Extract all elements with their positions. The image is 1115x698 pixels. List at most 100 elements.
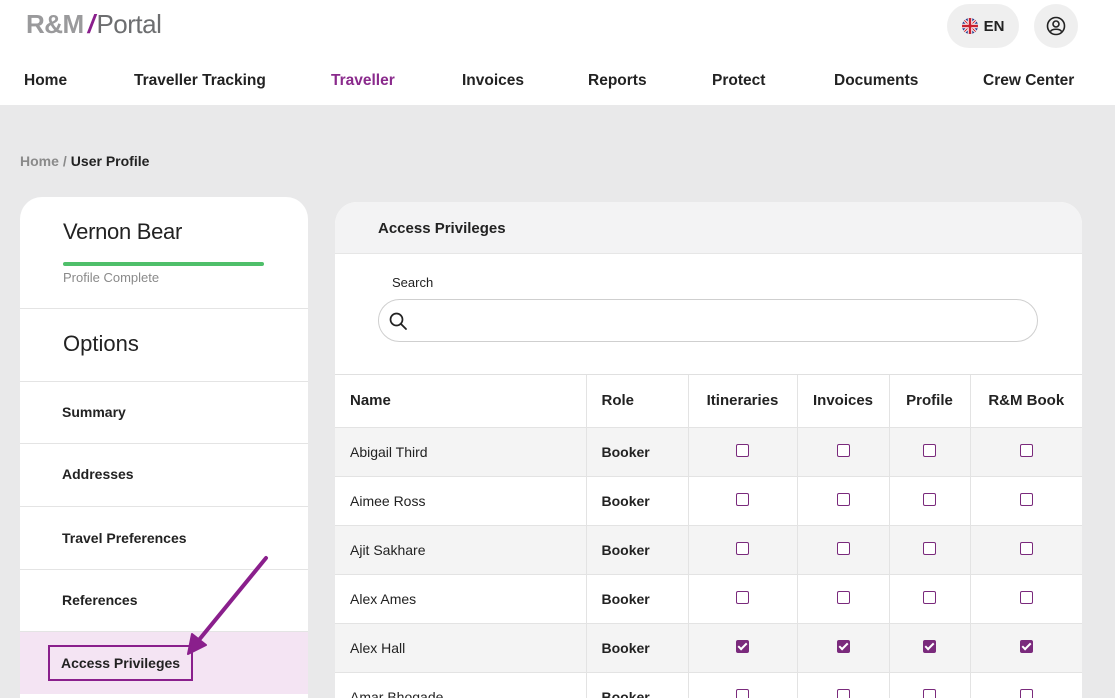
cell-invoices [797,623,890,673]
cell-rm-book [970,672,1082,698]
column-header-rm-book[interactable]: R&M Book [970,375,1082,428]
column-header-role[interactable]: Role [586,375,689,428]
table-header-row: Name Role Itineraries Invoices Profile R… [335,375,1082,428]
option-references-label: References [62,592,138,608]
cell-name: Amar Bhogade [335,672,587,698]
logo-portal-text: Portal [96,9,162,39]
rm-book-checkbox[interactable] [1019,640,1033,654]
user-circle-icon [1046,16,1066,36]
column-header-invoices[interactable]: Invoices [797,375,890,428]
rm-book-checkbox[interactable] [1019,591,1033,605]
cell-profile [889,672,971,698]
column-header-profile[interactable]: Profile [889,375,971,428]
nav-reports[interactable]: Reports [588,72,647,90]
nav-invoices[interactable]: Invoices [462,72,524,90]
itineraries-checkbox[interactable] [736,640,749,654]
nav-traveller-tracking[interactable]: Traveller Tracking [134,72,266,90]
table-row: Aimee Ross Booker [335,476,1082,526]
search-box[interactable] [378,299,1038,342]
nav-documents[interactable]: Documents [834,72,918,90]
cell-name: Alex Ames [335,574,587,624]
cell-itineraries [688,525,798,575]
option-summary-label: Summary [62,404,126,420]
rm-book-checkbox[interactable] [1019,542,1033,556]
nav-crew-center[interactable]: Crew Center [983,72,1074,90]
itineraries-checkbox[interactable] [736,591,749,605]
search-label: Search [392,275,434,290]
cell-profile [889,574,971,624]
cell-role: Booker [586,427,689,477]
invoices-checkbox[interactable] [836,542,850,556]
profile-progress-bar [63,262,264,266]
profile-checkbox[interactable] [923,542,936,556]
invoices-checkbox[interactable] [836,689,850,698]
option-addresses-label: Addresses [62,466,134,482]
header: R&M / Portal EN Home Traveller Tracking … [0,0,1115,105]
language-code: EN [983,17,1005,35]
option-access-privileges-label: Access Privileges [48,645,194,681]
profile-checkbox[interactable] [923,444,936,458]
breadcrumb-home-link[interactable]: Home [20,153,59,169]
cell-rm-book [970,623,1082,673]
option-addresses[interactable]: Addresses [20,443,308,505]
itineraries-checkbox[interactable] [736,689,749,698]
cell-invoices [797,574,890,624]
rm-book-checkbox[interactable] [1019,444,1033,458]
rm-portal-logo[interactable]: R&M / Portal [26,9,162,41]
access-privileges-table: Name Role Itineraries Invoices Profile R… [335,375,1082,698]
invoices-checkbox[interactable] [836,493,850,507]
profile-checkbox[interactable] [923,493,936,507]
table-row: Abigail Third Booker [335,427,1082,477]
cell-rm-book [970,476,1082,526]
profile-checkbox[interactable] [923,640,936,654]
itineraries-checkbox[interactable] [736,542,749,556]
cell-itineraries [688,623,798,673]
cell-name: Alex Hall [335,623,587,673]
table-row: Alex Hall Booker [335,623,1082,673]
cell-invoices [797,672,890,698]
invoices-checkbox[interactable] [836,640,850,654]
options-title: Options [63,331,139,356]
profile-name: Vernon Bear [63,219,183,244]
cell-profile [889,427,971,477]
search-input[interactable] [415,300,1015,341]
access-privileges-title: Access Privileges [378,220,506,237]
invoices-checkbox[interactable] [836,591,850,605]
logo-rm-text: R&M [26,9,84,39]
cell-name: Abigail Third [335,427,587,477]
cell-name: Aimee Ross [335,476,587,526]
table-row: Alex Ames Booker [335,574,1082,624]
column-header-itineraries[interactable]: Itineraries [688,375,798,428]
cell-itineraries [688,427,798,477]
itineraries-checkbox[interactable] [736,493,749,507]
cell-profile [889,525,971,575]
invoices-checkbox[interactable] [836,444,850,458]
user-account-button[interactable] [1034,4,1078,48]
table-row: Ajit Sakhare Booker [335,525,1082,575]
rm-book-checkbox[interactable] [1019,689,1033,698]
cell-itineraries [688,476,798,526]
main-nav: Home Traveller Tracking Traveller Invoic… [0,72,1115,96]
cell-role: Booker [586,672,689,698]
column-header-name[interactable]: Name [335,375,587,428]
logo-slash: / [87,9,95,39]
cell-rm-book [970,525,1082,575]
uk-flag-icon [961,18,978,34]
cell-rm-book [970,427,1082,477]
profile-checkbox[interactable] [923,689,936,698]
cell-invoices [797,427,890,477]
cell-role: Booker [586,574,689,624]
language-selector-button[interactable]: EN [947,4,1019,48]
option-travel-preferences-label: Travel Preferences [62,530,187,546]
table-row: Amar Bhogade Booker [335,672,1082,698]
cell-profile [889,476,971,526]
divider [20,308,308,309]
rm-book-checkbox[interactable] [1019,493,1033,507]
nav-home[interactable]: Home [24,72,67,90]
access-privileges-card: Access Privileges Search Name Role Itine… [335,202,1082,698]
option-summary[interactable]: Summary [20,381,308,443]
nav-protect[interactable]: Protect [712,72,765,90]
itineraries-checkbox[interactable] [736,444,749,458]
nav-traveller[interactable]: Traveller [331,72,395,90]
profile-checkbox[interactable] [923,591,936,605]
